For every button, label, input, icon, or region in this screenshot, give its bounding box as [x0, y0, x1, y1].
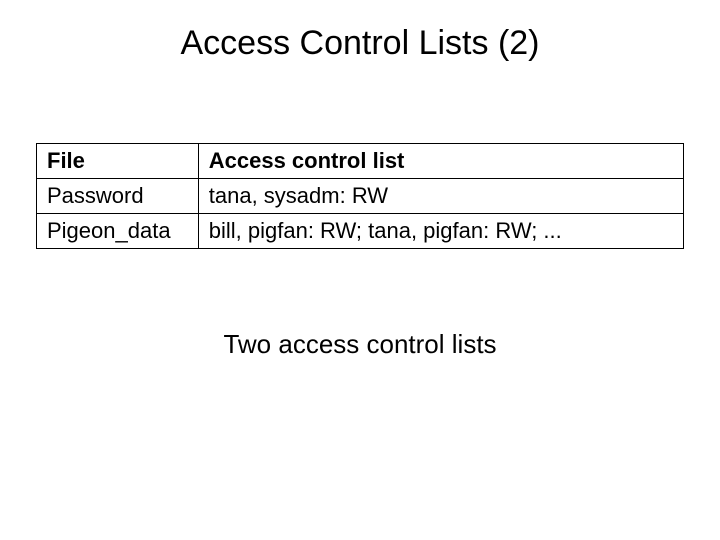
table-row: Pigeon_data bill, pigfan: RW; tana, pigf… [37, 214, 684, 249]
header-acl: Access control list [198, 144, 683, 179]
slide-title: Access Control Lists (2) [0, 0, 720, 73]
header-file: File [37, 144, 199, 179]
table-header-row: File Access control list [37, 144, 684, 179]
caption: Two access control lists [0, 329, 720, 360]
table-row: Password tana, sysadm: RW [37, 179, 684, 214]
cell-file: Password [37, 179, 199, 214]
cell-acl: bill, pigfan: RW; tana, pigfan: RW; ... [198, 214, 683, 249]
cell-acl: tana, sysadm: RW [198, 179, 683, 214]
acl-table-container: File Access control list Password tana, … [36, 143, 684, 249]
cell-file: Pigeon_data [37, 214, 199, 249]
acl-table: File Access control list Password tana, … [36, 143, 684, 249]
